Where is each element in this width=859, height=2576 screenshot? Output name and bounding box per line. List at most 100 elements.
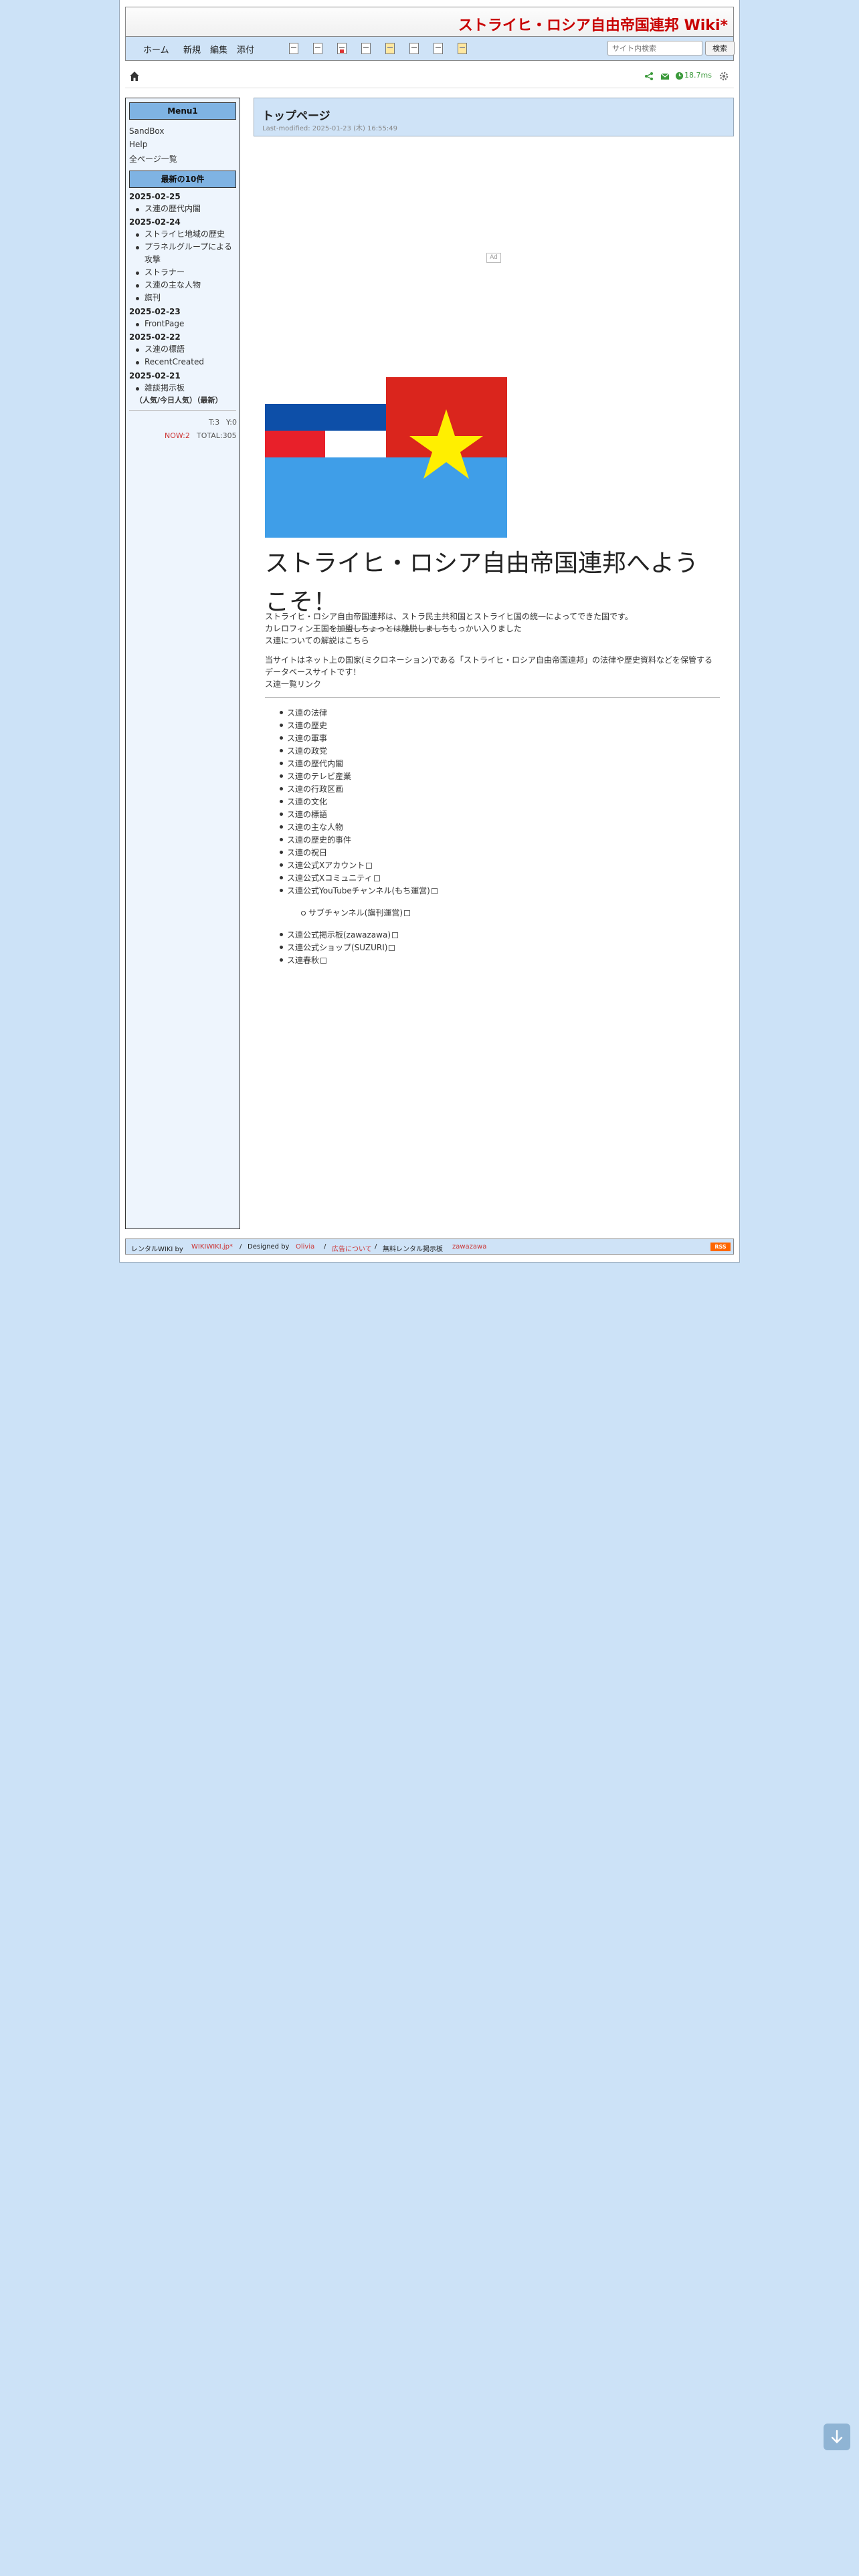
list-item: ス連公式掲示板(zawazawa) xyxy=(279,929,399,940)
recent-item[interactable]: ス連の標語 xyxy=(136,343,237,356)
render-time: 18.7ms xyxy=(684,71,712,80)
ad-label[interactable]: Ad xyxy=(486,253,501,263)
footer-text: Designed by xyxy=(248,1243,290,1251)
copy-page-icon[interactable] xyxy=(409,43,419,54)
recent-item[interactable]: 旗刊 xyxy=(136,292,237,304)
external-link[interactable]: ス連公式ショップ(SUZURI) xyxy=(287,943,387,952)
struck-text: を加盟しちょっとは離脱しましち xyxy=(328,624,450,633)
rss-button[interactable]: RSS xyxy=(710,1243,731,1251)
new-page-link[interactable]: 新規 xyxy=(183,43,201,56)
list-item: ス連公式Xアカウント xyxy=(279,859,373,871)
external-link[interactable]: サブチャンネル(旗刊運営) xyxy=(308,908,403,918)
nav-line: 18.7ms xyxy=(125,64,734,88)
external-link[interactable]: ス連公式YouTubeチャンネル(もち運営) xyxy=(287,886,430,895)
list-item[interactable]: ス連の主な人物 xyxy=(279,821,343,833)
search-button[interactable]: 検索 xyxy=(705,41,735,56)
page-frame: ストライヒ・ロシア自由帝国連邦 Wiki* ホーム 新規 編集 添付 検索 xyxy=(119,0,740,1263)
counter-total: TOTAL:305 xyxy=(197,431,237,440)
list-item[interactable]: ス連の歴史的事件 xyxy=(279,834,351,845)
counter-today: T:3 xyxy=(209,418,220,427)
external-link[interactable]: ス連公式掲示板(zawazawa) xyxy=(287,930,391,940)
recent-item[interactable]: FrontPage xyxy=(136,318,237,330)
edit-link[interactable]: 編集 xyxy=(210,43,227,56)
list-item[interactable]: ス連の歴史 xyxy=(279,720,327,731)
recent-item[interactable]: ス連の主な人物 xyxy=(136,279,237,292)
title-box: トップページ Last-modified: 2025-01-23 (木) 16:… xyxy=(254,98,734,136)
recent-item[interactable]: ストライヒ地域の歴史 xyxy=(136,228,237,241)
last-modified: Last-modified: 2025-01-23 (木) 16:55:49 xyxy=(262,125,397,132)
share-icon[interactable] xyxy=(644,72,654,81)
attach-link[interactable]: 添付 xyxy=(237,43,254,56)
delete-page-icon[interactable] xyxy=(337,43,347,54)
scroll-down-button[interactable] xyxy=(824,2424,850,2450)
footer-separator: / xyxy=(324,1243,326,1251)
home-link[interactable]: ホーム xyxy=(143,43,169,56)
lock-icon[interactable] xyxy=(385,43,395,54)
external-link-icon xyxy=(373,875,380,881)
mail-icon[interactable] xyxy=(660,72,670,81)
flag-image xyxy=(265,377,507,538)
tag-icon[interactable] xyxy=(289,43,298,54)
popular-link[interactable]: （人気/今日人気）（最新） xyxy=(135,395,223,405)
counter-yesterday: Y:0 xyxy=(226,418,237,427)
recent-item[interactable]: プラネルグループによる攻撃 xyxy=(136,241,237,266)
external-link-icon xyxy=(389,945,395,951)
sidebar-menu: Menu1 SandBox Help 全ページ一覧 最新の10件 2025-02… xyxy=(125,98,240,1229)
recent-item[interactable]: RecentCreated xyxy=(136,356,237,368)
backup-icon[interactable] xyxy=(458,43,467,54)
list-item[interactable]: ス連の標語 xyxy=(279,809,327,820)
list-item[interactable]: ス連の文化 xyxy=(279,796,327,807)
recent-item[interactable]: 雑談掲示板 xyxy=(136,382,237,395)
site-description: 当サイトはネット上の国家(ミクロネーション)である「ストライヒ・ロシア自由帝国連… xyxy=(265,655,713,677)
ad-about-link[interactable]: 広告について xyxy=(332,1243,372,1253)
toolbar: ホーム 新規 編集 添付 検索 xyxy=(125,37,735,61)
explanation-link[interactable]: ス連についての解説はこちら xyxy=(265,635,720,647)
home-icon[interactable] xyxy=(129,71,140,82)
menu-divider xyxy=(129,410,236,411)
list-item: ス連公式ショップ(SUZURI) xyxy=(279,942,395,953)
page-icon[interactable] xyxy=(313,43,322,54)
arrow-down-icon xyxy=(831,2430,843,2444)
olivia-link[interactable]: Olivia xyxy=(296,1243,314,1251)
intro-text-part: もっかい入りました xyxy=(449,624,522,633)
list-item: ス連公式Xコミュニティ xyxy=(280,872,380,883)
counter-now: NOW:2 xyxy=(165,431,190,440)
site-title-link[interactable]: ストライヒ・ロシア自由帝国連邦 Wiki* xyxy=(458,13,728,35)
recent-date: 2025-02-23 xyxy=(129,307,181,316)
list-item[interactable]: ス連の歴代内閣 xyxy=(279,758,343,769)
zawazawa-link[interactable]: zawazawa xyxy=(452,1243,486,1251)
recent-item[interactable]: ストラナー xyxy=(136,266,237,279)
list-item[interactable]: ス連の政党 xyxy=(279,745,327,756)
search-input[interactable] xyxy=(607,41,702,56)
list-item[interactable]: ス連の軍事 xyxy=(279,732,327,744)
external-link[interactable]: ス連春秋 xyxy=(287,956,319,965)
recent-item[interactable]: ス連の歴代内閣 xyxy=(136,203,237,215)
list-icon[interactable] xyxy=(434,43,443,54)
list-item[interactable]: ス連のテレビ産業 xyxy=(279,770,351,782)
list-item[interactable]: ス連の祝日 xyxy=(279,847,327,858)
list-item[interactable]: ス連の法律 xyxy=(279,707,327,718)
recent-date: 2025-02-24 xyxy=(129,217,181,227)
list-item[interactable]: ス連の行政区画 xyxy=(279,783,343,794)
intro-text: ストライヒ・ロシア自由帝国連邦は、ストラ民主共和国とストライヒ国の統一によってで… xyxy=(265,612,633,621)
sidebar-item-sandbox[interactable]: SandBox xyxy=(129,126,165,136)
external-link[interactable]: ス連公式Xコミュニティ xyxy=(287,873,373,883)
recent-date: 2025-02-25 xyxy=(129,192,181,201)
recent-date: 2025-02-22 xyxy=(129,332,181,342)
wikiwiki-link[interactable]: WIKIWIKI.jp* xyxy=(191,1243,233,1251)
save-icon[interactable] xyxy=(361,43,371,54)
external-link[interactable]: ス連公式Xアカウント xyxy=(287,861,365,870)
link-list-heading: ス連一覧リンク xyxy=(265,679,322,689)
external-link-icon xyxy=(404,910,411,916)
list-item: ス連春秋 xyxy=(279,954,327,966)
sidebar-item-all-pages[interactable]: 全ページ一覧 xyxy=(129,153,177,165)
page-title: トップページ xyxy=(262,110,330,123)
list-item: サブチャンネル(旗刊運営) xyxy=(300,907,411,918)
menu-heading: Menu1 xyxy=(129,102,236,120)
recent-date: 2025-02-21 xyxy=(129,371,181,381)
sidebar-item-help[interactable]: Help xyxy=(129,140,147,149)
gear-icon[interactable] xyxy=(719,72,729,81)
footer-text: 無料レンタル掲示板 xyxy=(383,1246,443,1253)
footer-separator: / xyxy=(375,1243,377,1251)
clock-icon xyxy=(675,72,684,80)
